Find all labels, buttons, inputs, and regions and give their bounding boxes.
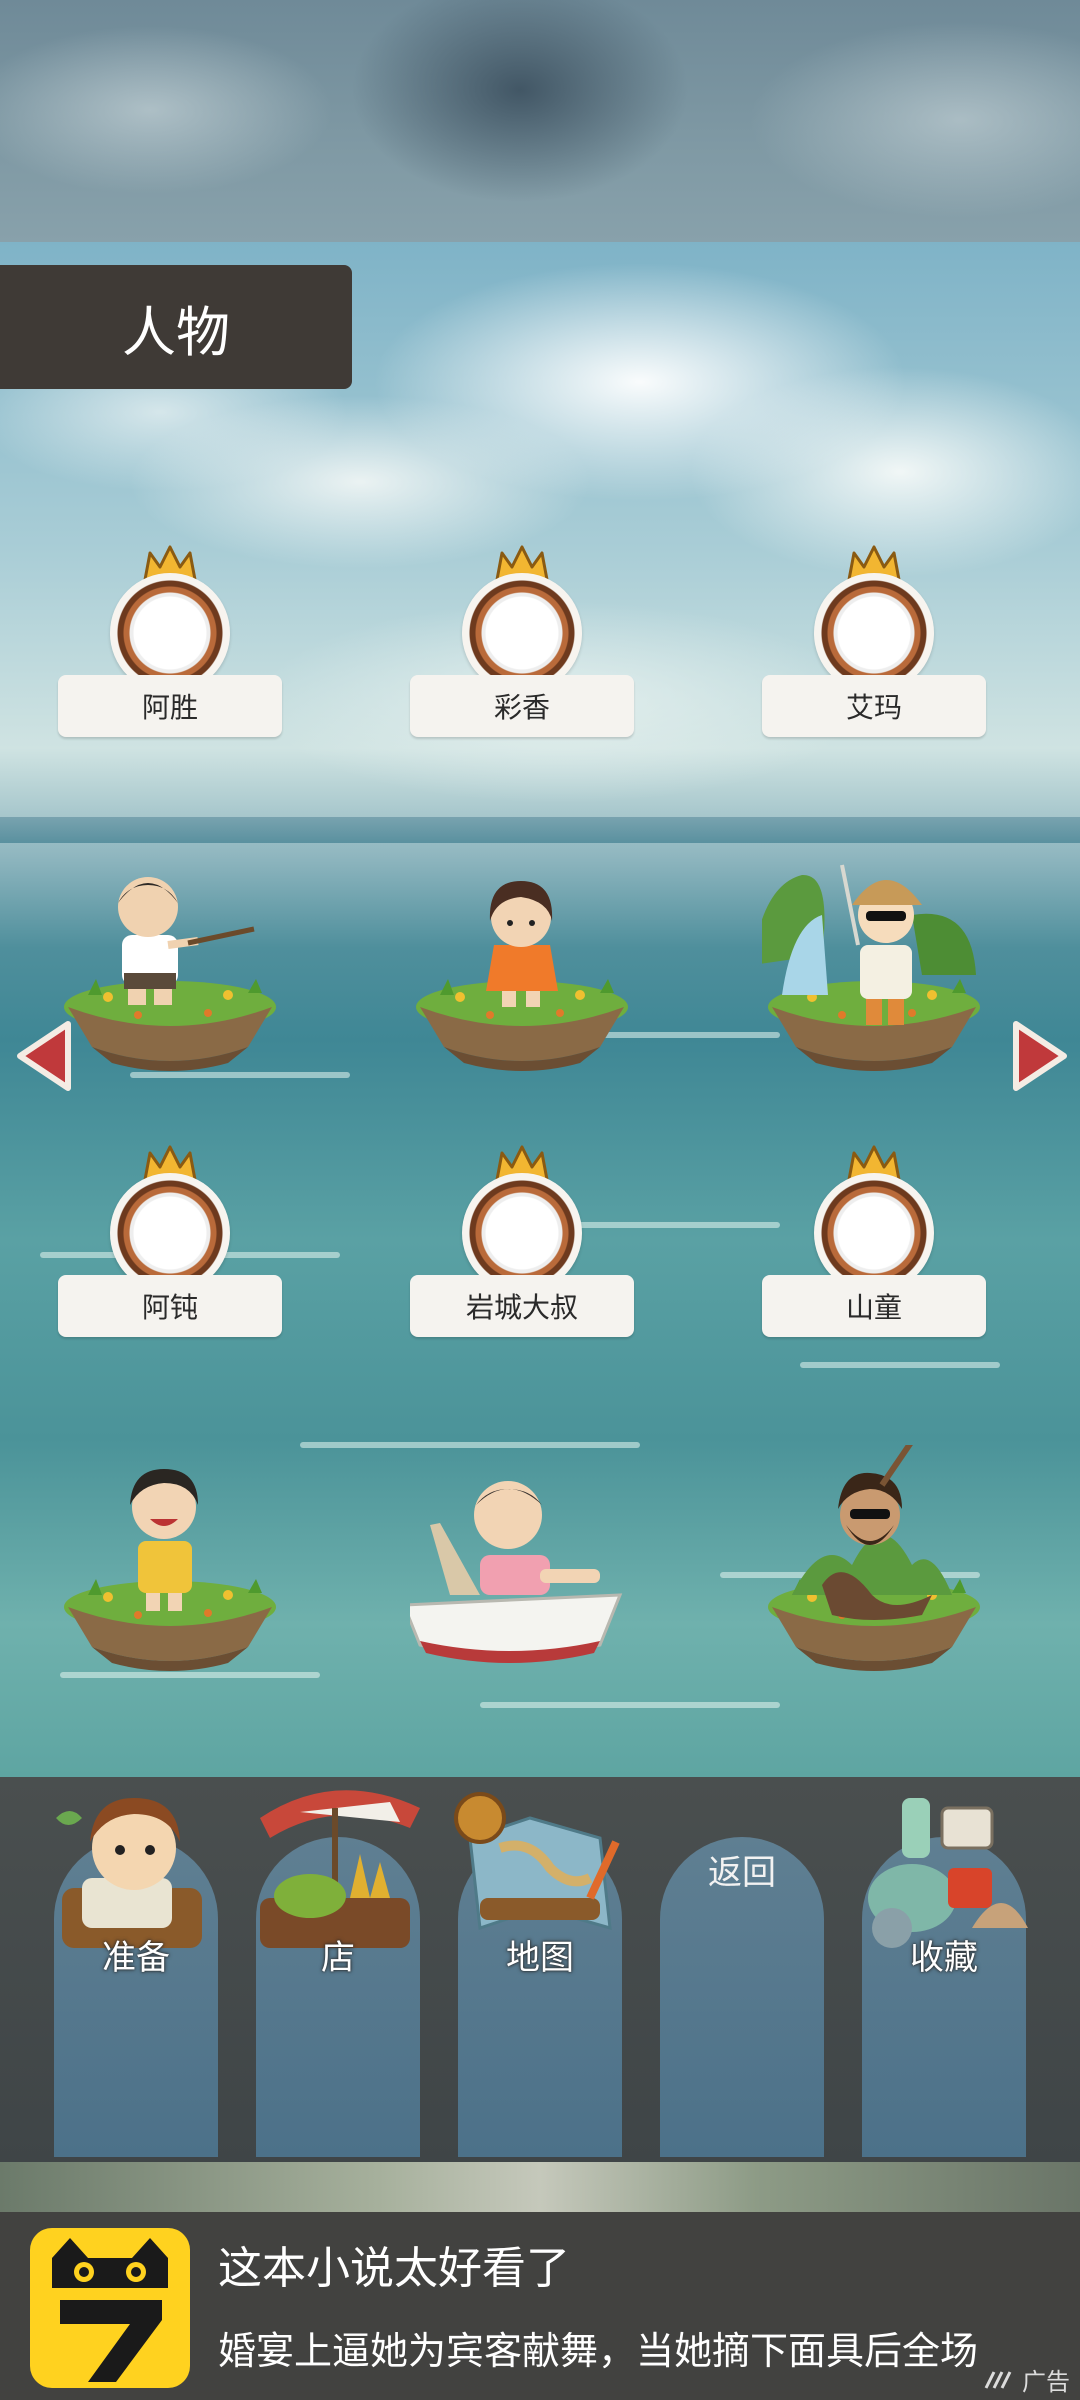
- ad-description: 婚宴上逼她为宾客献舞，当她摘下面具后全场: [218, 2329, 979, 2373]
- character-name: 阿钝: [58, 1275, 282, 1337]
- menu-back-label: 返回: [708, 1853, 776, 1893]
- wave: [480, 1702, 780, 1708]
- explorer-woman-icon: [762, 864, 980, 1071]
- character-name: 艾玛: [762, 675, 986, 737]
- ad-mark-icon: [984, 2370, 1012, 2389]
- ad-banner[interactable]: 这本小说太好看了 婚宴上逼她为宾客献舞，当她摘下面具后全场 广告: [0, 2212, 1080, 2400]
- character-card-aima[interactable]: 艾玛: [762, 545, 986, 1071]
- character-name: 山童: [762, 1275, 986, 1337]
- character-card-adun[interactable]: 阿钝: [58, 1145, 282, 1671]
- top-sky-background: [0, 0, 1080, 242]
- next-page-arrow-icon[interactable]: [1008, 1018, 1072, 1094]
- page-title: 人物: [0, 265, 352, 389]
- laughing-boy-icon: [64, 1469, 276, 1671]
- character-card-asheng[interactable]: 阿胜: [58, 545, 282, 1071]
- character-name: 彩香: [410, 675, 634, 737]
- wild-man-icon: [768, 1445, 980, 1671]
- old-man-boat-icon: [410, 1481, 623, 1663]
- little-girl-icon: [416, 881, 628, 1071]
- menu-prepare-label: 准备: [102, 1938, 170, 1978]
- character-name: 岩城大叔: [410, 1275, 634, 1337]
- character-name: 阿胜: [58, 675, 282, 737]
- character-card-iwaki[interactable]: 岩城大叔: [410, 1145, 634, 1665]
- menu-map-label: 地图: [506, 1938, 574, 1978]
- previous-page-arrow-icon[interactable]: [12, 1018, 76, 1094]
- ad-badge-label: 广告: [1022, 2368, 1070, 2396]
- menu-collection-label: 收藏: [910, 1938, 978, 1978]
- ad-banner-image: [0, 2162, 1080, 2212]
- ad-title: 这本小说太好看了: [218, 2243, 570, 2294]
- cat-seven-logo-icon: [30, 2228, 190, 2388]
- menu-shop-label: 店: [321, 1938, 355, 1978]
- fisherman-boy-icon: [64, 877, 276, 1071]
- ad-badge: 广告: [984, 2362, 1070, 2397]
- character-card-yamawarawa[interactable]: 山童: [762, 1145, 986, 1671]
- character-card-caixiang[interactable]: 彩香: [410, 545, 634, 1071]
